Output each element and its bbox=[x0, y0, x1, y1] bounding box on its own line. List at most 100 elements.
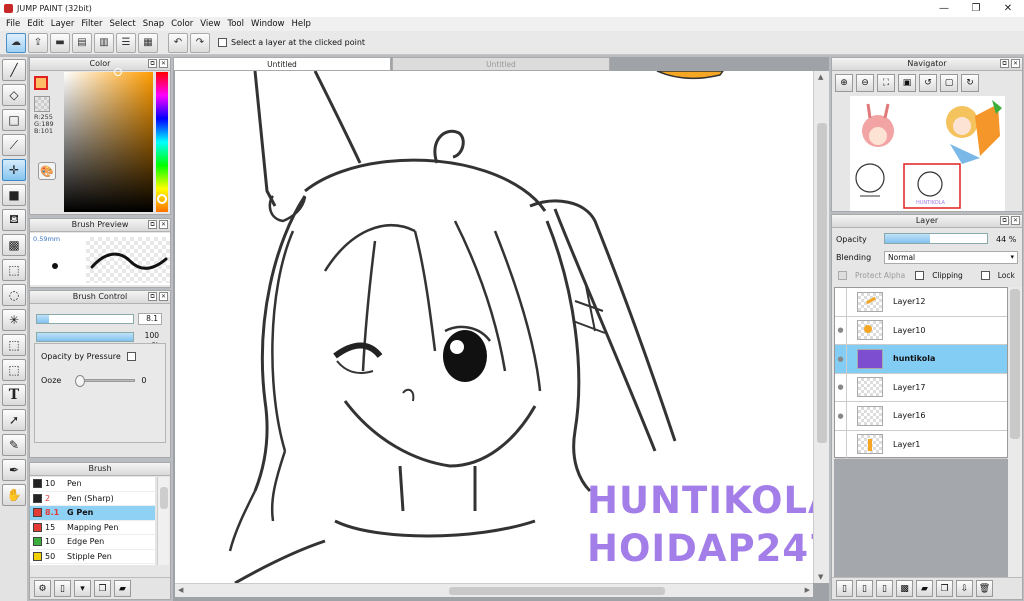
actual-size-icon[interactable]: ▣ bbox=[898, 74, 916, 92]
comment-icon[interactable]: ▬ bbox=[50, 32, 70, 53]
drawing-canvas[interactable]: HUNTIKOLA HOIDAP247 bbox=[175, 71, 813, 583]
document-icon[interactable]: ▥ bbox=[94, 32, 114, 53]
visibility-toggle[interactable]: ● bbox=[835, 344, 847, 373]
select-eraser-tool-icon[interactable]: ⬚ bbox=[2, 359, 26, 381]
popout-icon[interactable]: ⧉ bbox=[148, 59, 157, 68]
move-tool-icon[interactable]: ✛ bbox=[2, 159, 26, 181]
menu-file[interactable]: File bbox=[4, 19, 25, 29]
redo-icon[interactable]: ↷ bbox=[190, 32, 210, 53]
undo-icon[interactable]: ↶ bbox=[168, 32, 188, 53]
brush-size-slider[interactable] bbox=[36, 313, 134, 324]
lock-checkbox[interactable] bbox=[980, 271, 990, 280]
popout-icon[interactable]: ⧉ bbox=[1000, 216, 1009, 225]
eraser-tool-icon[interactable]: ◇ bbox=[2, 84, 26, 106]
clipping-checkbox[interactable] bbox=[915, 271, 925, 280]
foreground-color-swatch[interactable] bbox=[34, 76, 48, 90]
operation-tool-icon[interactable]: ➚ bbox=[2, 409, 26, 431]
tab-document-1[interactable]: Untitled bbox=[173, 57, 391, 71]
new-layer-copy-icon[interactable]: ▯ bbox=[856, 580, 873, 597]
brush-settings-icon[interactable]: ⚙ bbox=[34, 580, 51, 597]
menu-view[interactable]: View bbox=[198, 19, 225, 29]
popout-icon[interactable]: ⧉ bbox=[148, 292, 157, 301]
opacity-by-pressure-row[interactable]: Opacity by Pressure bbox=[41, 352, 140, 361]
delete-layer-icon[interactable]: 🗑 bbox=[976, 580, 993, 597]
visibility-toggle[interactable] bbox=[835, 287, 847, 316]
layer-row[interactable]: ● Layer10 bbox=[835, 316, 1007, 345]
restore-button[interactable]: ❐ bbox=[960, 0, 992, 17]
new-layer-alt-icon[interactable]: ▯ bbox=[876, 580, 893, 597]
close-icon[interactable]: ✕ bbox=[1011, 59, 1020, 68]
brush-folder-icon[interactable]: ▰ bbox=[114, 580, 131, 597]
tab-document-2[interactable]: Untitled bbox=[392, 57, 610, 71]
menu-tool[interactable]: Tool bbox=[225, 19, 249, 29]
brush-item[interactable]: 10 Edge Pen bbox=[30, 535, 155, 550]
visibility-toggle[interactable]: ● bbox=[835, 316, 847, 345]
brush-opacity-slider[interactable] bbox=[36, 331, 134, 342]
scroll-up-icon[interactable]: ▲ bbox=[818, 73, 823, 81]
select-rect-tool-icon[interactable]: ⬚ bbox=[2, 259, 26, 281]
grid-icon[interactable]: ▦ bbox=[138, 32, 158, 53]
brush-item[interactable]: 15 Mapping Pen bbox=[30, 521, 155, 535]
brush-item[interactable]: 10 Pen bbox=[30, 477, 155, 492]
page-icon[interactable]: ▤ bbox=[72, 32, 92, 53]
export-icon[interactable]: ⇪ bbox=[28, 32, 48, 53]
select-layer-at-point-option[interactable]: Select a layer at the clicked point bbox=[218, 38, 365, 47]
brush-size-value[interactable]: 8.1 bbox=[138, 312, 162, 325]
cloud-icon[interactable]: ☁ bbox=[6, 32, 26, 53]
ooze-slider-thumb[interactable] bbox=[75, 375, 86, 387]
close-icon[interactable]: ✕ bbox=[1011, 216, 1020, 225]
close-icon[interactable]: ✕ bbox=[159, 220, 168, 229]
lasso-tool-icon[interactable]: ◌ bbox=[2, 284, 26, 306]
brush-item-selected[interactable]: 8.1 G Pen bbox=[30, 506, 155, 521]
hue-slider[interactable] bbox=[156, 72, 168, 212]
duplicate-layer-icon[interactable]: ❐ bbox=[936, 580, 953, 597]
palette-icon[interactable]: 🎨 bbox=[38, 162, 56, 180]
brush-item[interactable]: 50 Stipple Pen bbox=[30, 550, 155, 564]
select-layer-checkbox[interactable] bbox=[218, 38, 227, 47]
scrollbar-thumb[interactable] bbox=[449, 587, 665, 595]
bucket-tool-icon[interactable]: ⛾ bbox=[2, 209, 26, 231]
list-icon[interactable]: ☰ bbox=[116, 32, 136, 53]
fit-window-icon[interactable]: ⛶ bbox=[877, 74, 895, 92]
minimize-button[interactable]: — bbox=[928, 0, 960, 17]
zoom-in-icon[interactable]: ⊕ bbox=[835, 74, 853, 92]
protect-alpha-checkbox[interactable] bbox=[838, 271, 847, 280]
merge-layer-icon[interactable]: ⇩ bbox=[956, 580, 973, 597]
new-brush-icon[interactable]: ▯ bbox=[54, 580, 71, 597]
layer-row[interactable]: ● Layer17 bbox=[835, 373, 1007, 402]
layer-opacity-slider[interactable] bbox=[884, 233, 988, 244]
popout-icon[interactable]: ⧉ bbox=[148, 220, 157, 229]
select-pen-tool-icon[interactable]: ⬚ bbox=[2, 334, 26, 356]
layer-row[interactable]: Layer1 bbox=[835, 430, 1007, 459]
scroll-right-icon[interactable]: ▶ bbox=[805, 586, 810, 594]
saturation-value-picker[interactable] bbox=[64, 68, 153, 212]
menu-select[interactable]: Select bbox=[107, 19, 140, 29]
eyedropper-tool-icon[interactable]: ✎ bbox=[2, 434, 26, 456]
navigator-preview[interactable]: HUNTIKOLA bbox=[850, 96, 1005, 211]
canvas-vertical-scrollbar[interactable]: ▲ ▼ bbox=[813, 71, 829, 583]
new-layer-icon[interactable]: ▯ bbox=[836, 580, 853, 597]
popout-icon[interactable]: ⧉ bbox=[1000, 59, 1009, 68]
visibility-toggle[interactable] bbox=[835, 430, 847, 459]
menu-help[interactable]: Help bbox=[290, 19, 316, 29]
halftone-layer-icon[interactable]: ▩ bbox=[896, 580, 913, 597]
layer-row[interactable]: ● Layer16 bbox=[835, 401, 1007, 431]
opacity-by-pressure-checkbox[interactable] bbox=[126, 352, 136, 361]
visibility-toggle[interactable]: ● bbox=[835, 401, 847, 430]
menu-snap[interactable]: Snap bbox=[141, 19, 169, 29]
menu-window[interactable]: Window bbox=[249, 19, 290, 29]
visibility-toggle[interactable]: ● bbox=[835, 373, 847, 402]
magic-wand-tool-icon[interactable]: ✳ bbox=[2, 309, 26, 331]
pen-nib-tool-icon[interactable]: ✒ bbox=[2, 459, 26, 481]
menu-filter[interactable]: Filter bbox=[79, 19, 107, 29]
scroll-left-icon[interactable]: ◀ bbox=[178, 586, 183, 594]
ooze-slider[interactable] bbox=[75, 375, 136, 387]
scroll-down-icon[interactable]: ▼ bbox=[818, 573, 823, 581]
copy-brush-icon[interactable]: ❐ bbox=[94, 580, 111, 597]
menu-edit[interactable]: Edit bbox=[25, 19, 48, 29]
layer-row-selected[interactable]: ● huntikola bbox=[835, 344, 1007, 374]
scrollbar-thumb[interactable] bbox=[160, 487, 168, 509]
scrollbar-thumb[interactable] bbox=[817, 123, 827, 443]
rotate-right-icon[interactable]: ↻ bbox=[961, 74, 979, 92]
blending-select[interactable]: Normal ▾ bbox=[884, 251, 1018, 264]
